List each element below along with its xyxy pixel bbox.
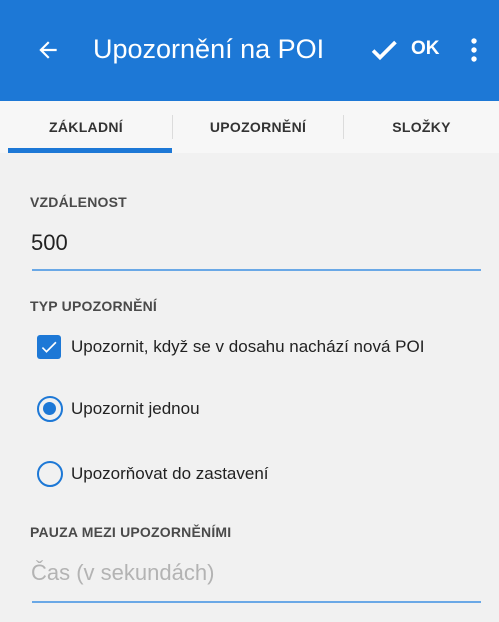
radio-alert-until-stopped-label[interactable]: Upozorňovat do zastavení: [71, 464, 269, 484]
poi-alert-screen: Upozornění na POI OK ZÁKLADNÍ UPOZORNĚNÍ…: [0, 0, 499, 622]
distance-input[interactable]: 500: [31, 230, 68, 256]
new-poi-checkbox-label[interactable]: Upozornit, když se v dosahu nachází nová…: [71, 337, 424, 357]
more-vertical-icon: [471, 38, 477, 62]
back-button[interactable]: [26, 28, 70, 72]
ok-button[interactable]: OK: [411, 36, 440, 62]
app-bar: Upozornění na POI OK: [0, 0, 499, 101]
radio-alert-once-label[interactable]: Upozornit jednou: [71, 399, 200, 419]
new-poi-checkbox[interactable]: [37, 335, 61, 359]
tab-zakladni[interactable]: ZÁKLADNÍ: [0, 101, 172, 153]
check-icon: [371, 40, 397, 61]
radio-alert-until-stopped[interactable]: [37, 461, 63, 487]
pause-input[interactable]: Čas (v sekundách): [31, 560, 214, 586]
radio-selected-dot: [43, 402, 56, 415]
pause-input-underline: [32, 601, 481, 603]
distance-input-underline: [32, 269, 481, 271]
radio-alert-once[interactable]: [37, 396, 63, 422]
tab-bar: ZÁKLADNÍ UPOZORNĚNÍ SLOŽKY: [0, 101, 499, 153]
arrow-left-icon: [39, 41, 57, 59]
distance-label: VZDÁLENOST: [30, 194, 127, 210]
page-title: Upozornění na POI: [93, 34, 325, 64]
overflow-menu-button[interactable]: [462, 28, 486, 72]
tab-upozorneni[interactable]: UPOZORNĚNÍ: [173, 101, 343, 153]
tab-selected-indicator: [8, 148, 172, 153]
pause-label: PAUZA MEZI UPOZORNĚNÍMI: [30, 524, 232, 540]
check-icon: [41, 341, 57, 353]
tab-slozky[interactable]: SLOŽKY: [344, 101, 499, 153]
confirm-button[interactable]: [364, 30, 404, 70]
alert-type-label: TYP UPOZORNĚNÍ: [30, 298, 158, 314]
